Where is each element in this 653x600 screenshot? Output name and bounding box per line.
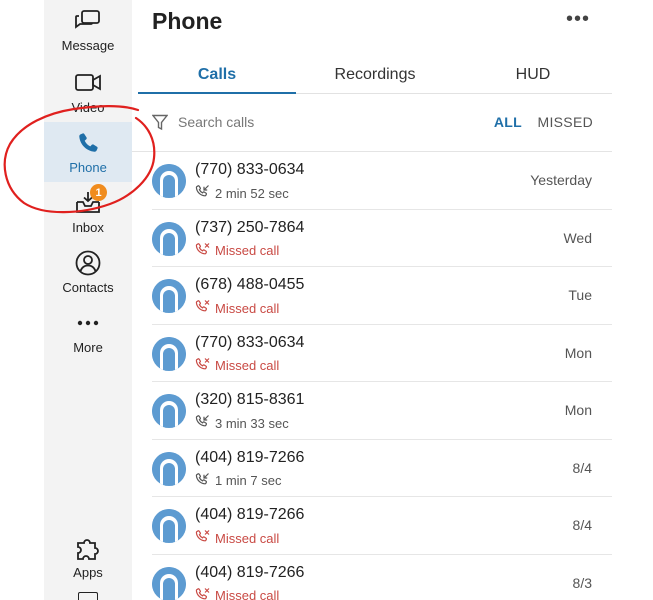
sidebar-item-label: Inbox (72, 220, 104, 235)
call-date: 8/4 (572, 459, 592, 476)
inbox-icon: 1 (73, 184, 107, 218)
missed-call-icon (195, 529, 215, 547)
call-detail-text: Missed call (215, 300, 280, 316)
avatar (152, 566, 186, 600)
call-detail: Missed call (195, 529, 279, 547)
call-detail-text: 1 min 7 sec (215, 473, 282, 488)
call-detail-text: Missed call (215, 588, 280, 600)
call-row[interactable]: (737) 250-7864 Missed call Wed (152, 210, 612, 267)
sidebar-item-more[interactable]: More (44, 302, 132, 362)
tab-hud[interactable]: HUD (454, 56, 612, 93)
sidebar-item-label: Video (71, 100, 105, 115)
phone-icon (73, 128, 103, 158)
sidebar-item-partial-icon (78, 592, 98, 600)
more-dots-icon (73, 308, 103, 338)
message-icon (73, 6, 103, 36)
sidebar-item-video[interactable]: Video (44, 62, 132, 122)
call-date: Tue (568, 287, 592, 303)
call-list: (770) 833-0634 2 min 52 sec Yesterday (737)… (152, 152, 612, 600)
avatar (152, 336, 186, 371)
missed-call-icon (195, 587, 215, 600)
call-detail: 1 min 7 sec (195, 472, 281, 490)
call-number: (320) 815-8361 (195, 391, 305, 408)
call-date: Wed (563, 229, 592, 246)
avatar (152, 509, 186, 543)
filter-icon[interactable] (151, 114, 169, 136)
video-icon (73, 68, 103, 98)
sidebar-item-label: Message (61, 38, 115, 53)
filter-bar: ALL MISSED (132, 94, 612, 152)
call-detail: 3 min 33 sec (195, 414, 289, 432)
call-number: (404) 819-7266 (195, 563, 305, 581)
call-detail-text: 2 min 52 sec (215, 185, 289, 201)
call-detail-text: Missed call (215, 530, 280, 546)
call-date: 8/3 (572, 574, 592, 591)
inbox-count-badge: 1 (90, 184, 107, 201)
avatar (152, 451, 186, 486)
sidebar-item-label: More (73, 340, 103, 355)
avatar (152, 394, 186, 428)
incoming-call-icon (195, 184, 215, 202)
incoming-call-icon (195, 414, 215, 432)
call-row[interactable]: (404) 819-7266 Missed call 8/4 (152, 497, 612, 555)
call-detail: Missed call (195, 357, 279, 375)
search-calls-input[interactable] (178, 111, 418, 133)
sidebar-item-message[interactable]: Message (44, 0, 132, 60)
call-number: (678) 488-0455 (195, 276, 305, 293)
missed-call-icon (195, 242, 215, 260)
tab-calls[interactable]: Calls (138, 56, 296, 94)
tab-recordings[interactable]: Recordings (296, 56, 454, 93)
sidebar-item-contacts[interactable]: Contacts (44, 242, 132, 302)
filter-all-button[interactable]: ALL (494, 114, 522, 130)
call-row[interactable]: (770) 833-0634 Missed call Mon (152, 325, 612, 382)
avatar (152, 164, 186, 198)
call-number: (770) 833-0634 (195, 161, 305, 178)
sidebar-item-inbox[interactable]: 1 Inbox (44, 182, 132, 242)
sidebar-item-phone[interactable]: Phone (44, 122, 132, 182)
call-detail: 2 min 52 sec (195, 184, 289, 202)
missed-call-icon (195, 357, 215, 375)
call-number: (404) 819-7266 (195, 448, 305, 466)
sidebar-item-apps[interactable]: Apps (44, 527, 132, 587)
sidebar: Message Video Phone 1 Inbox Contacts Mor… (44, 0, 132, 600)
call-date: Yesterday (530, 172, 592, 188)
avatar (152, 279, 186, 313)
avatar (152, 221, 186, 256)
call-date: 8/4 (572, 517, 592, 533)
call-detail-text: 3 min 33 sec (215, 415, 289, 431)
filter-missed-button[interactable]: MISSED (538, 114, 593, 130)
call-row[interactable]: (320) 815-8361 3 min 33 sec Mon (152, 382, 612, 440)
call-detail: Missed call (195, 587, 279, 600)
call-row[interactable]: (678) 488-0455 Missed call Tue (152, 267, 612, 325)
call-detail-text: Missed call (215, 243, 280, 258)
puzzle-icon (73, 533, 103, 563)
call-row[interactable]: (404) 819-7266 1 min 7 sec 8/4 (152, 440, 612, 497)
tab-bar: Calls Recordings HUD (138, 56, 612, 94)
more-options-button[interactable]: ••• (566, 8, 590, 31)
call-row[interactable]: (770) 833-0634 2 min 52 sec Yesterday (152, 152, 612, 210)
call-number: (404) 819-7266 (195, 506, 305, 523)
call-date: Mon (564, 344, 592, 361)
call-number: (770) 833-0634 (195, 333, 305, 351)
page-title: Phone (152, 8, 223, 34)
sidebar-item-label: Contacts (62, 280, 114, 295)
call-detail: Missed call (195, 299, 279, 317)
phone-panel: Phone ••• Calls Recordings HUD ALL MISSE… (132, 0, 612, 600)
app-window: Message Video Phone 1 Inbox Contacts Mor… (0, 0, 653, 600)
call-number: (737) 250-7864 (195, 218, 305, 236)
call-row[interactable]: (404) 819-7266 Missed call 8/3 (152, 555, 612, 600)
contacts-icon (73, 248, 103, 278)
call-detail-text: Missed call (215, 358, 280, 373)
missed-call-icon (195, 299, 215, 317)
sidebar-item-label: Phone (69, 160, 107, 175)
sidebar-item-label: Apps (73, 565, 103, 580)
call-detail: Missed call (195, 242, 279, 260)
incoming-call-icon (195, 472, 215, 490)
call-date: Mon (564, 402, 592, 418)
